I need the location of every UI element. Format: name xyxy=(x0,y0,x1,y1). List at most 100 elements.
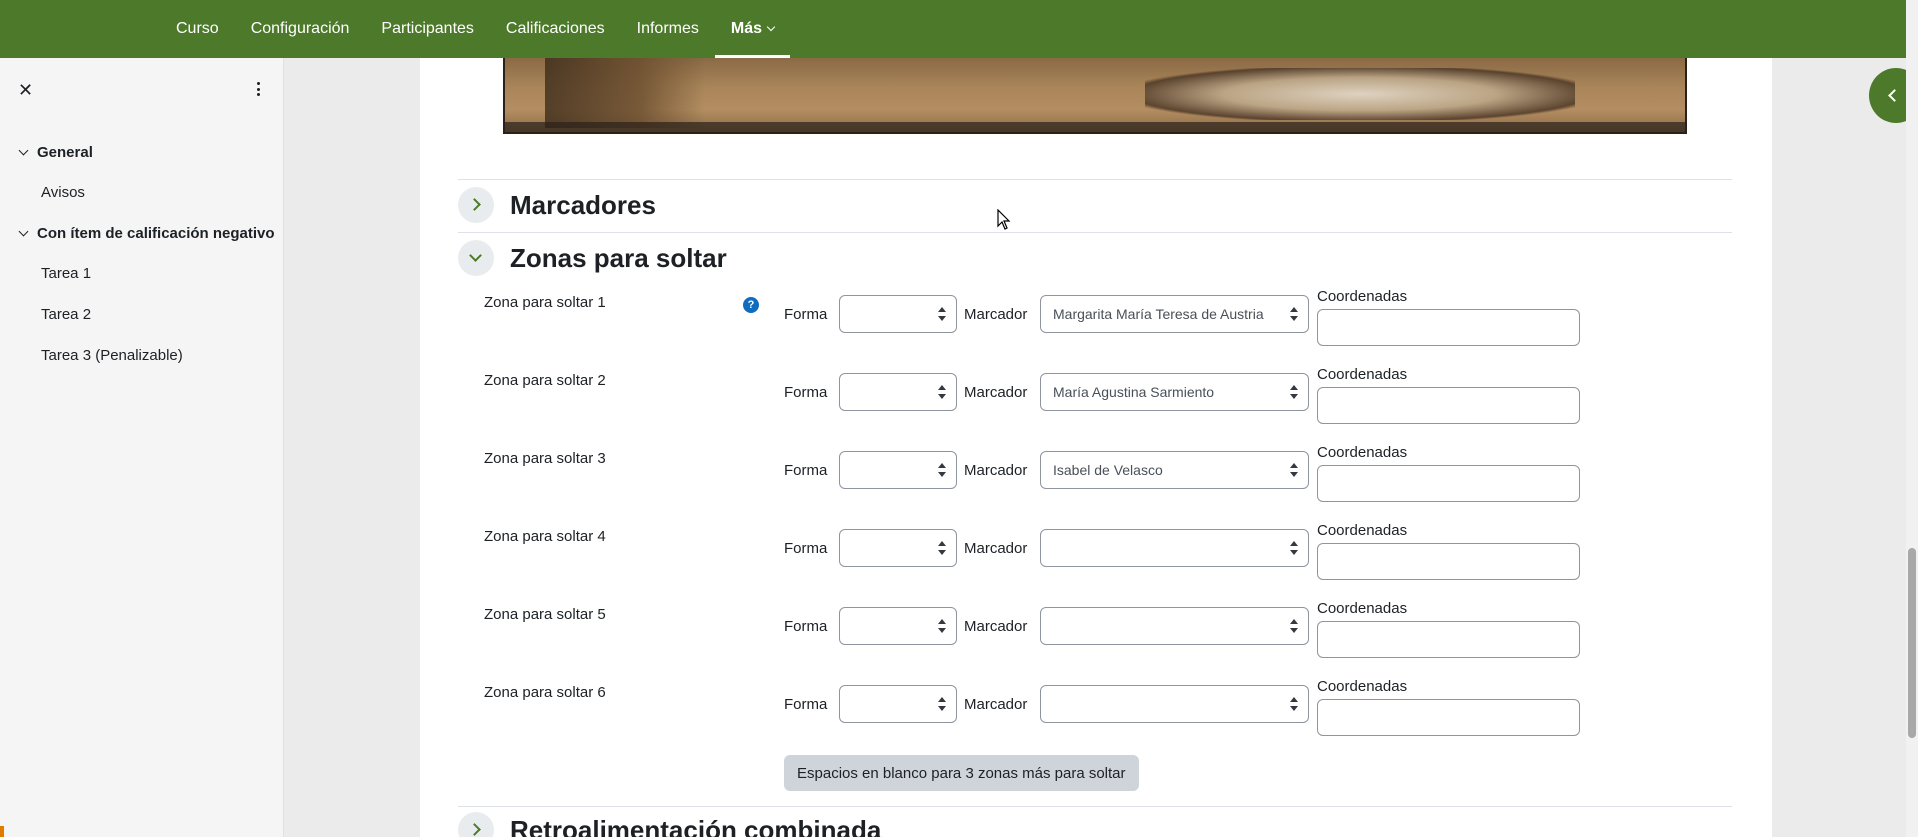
course-section-label: General xyxy=(37,143,93,161)
course-item-label: Avisos xyxy=(41,184,85,201)
shape-select[interactable] xyxy=(839,373,957,411)
course-section-label: Con ítem de calificación negativo xyxy=(37,224,275,242)
chevron-left-icon xyxy=(1888,89,1901,102)
scrollbar-thumb[interactable] xyxy=(1908,548,1916,738)
nav-informes-label: Informes xyxy=(636,20,699,37)
coords-label: Coordenadas xyxy=(1317,522,1408,539)
coords-label: Coordenadas xyxy=(1317,288,1408,305)
dropzone-label: Zona para soltar 6 xyxy=(484,684,606,701)
marker-select[interactable]: Margarita María Teresa de Austria xyxy=(1040,295,1309,333)
coords-input[interactable] xyxy=(1317,543,1580,580)
shape-select[interactable] xyxy=(839,451,957,489)
shape-select[interactable] xyxy=(839,295,957,333)
dropzone-row: Zona para soltar 4 Forma Marcador Coorde… xyxy=(0,522,1918,606)
dropzone-row: Zona para soltar 2 Forma Marcador María … xyxy=(0,366,1918,450)
marker-label: Marcador xyxy=(964,618,1028,635)
coords-label: Coordenadas xyxy=(1317,678,1408,695)
top-navbar: Curso Configuración Participantes Califi… xyxy=(0,0,1906,58)
course-item-label: Tarea 1 xyxy=(41,265,92,282)
marker-label: Marcador xyxy=(964,384,1028,401)
nav-configuracion-label: Configuración xyxy=(250,20,350,37)
course-item-avisos[interactable]: Avisos xyxy=(0,172,284,213)
select-arrows-icon xyxy=(938,619,946,633)
dropzone-row: Zona para soltar 6 Forma Marcador Coorde… xyxy=(0,678,1918,762)
course-section-negative-grade[interactable]: Con ítem de calificación negativo xyxy=(0,213,284,253)
select-arrows-icon xyxy=(1290,463,1298,477)
shape-label: Forma xyxy=(784,540,828,557)
select-arrows-icon xyxy=(1290,307,1298,321)
coords-input[interactable] xyxy=(1317,387,1580,424)
chevron-down-icon[interactable] xyxy=(18,145,29,155)
close-icon[interactable]: ✕ xyxy=(18,80,33,101)
chevron-right-icon[interactable] xyxy=(458,187,494,223)
nav-calificaciones[interactable]: Calificaciones xyxy=(490,0,621,58)
help-icon[interactable]: ? xyxy=(743,297,759,313)
select-arrows-icon xyxy=(1290,541,1298,555)
marker-label: Marcador xyxy=(964,306,1028,323)
select-arrows-icon xyxy=(1290,619,1298,633)
select-arrows-icon xyxy=(938,697,946,711)
chevron-down-icon[interactable] xyxy=(458,240,494,276)
course-section-general[interactable]: General xyxy=(0,132,284,172)
marker-select[interactable] xyxy=(1040,607,1309,645)
dropzone-label: Zona para soltar 3 xyxy=(484,450,606,467)
dropzone-label: Zona para soltar 1 xyxy=(484,294,606,311)
decorative-marker xyxy=(0,826,4,837)
coords-label: Coordenadas xyxy=(1317,366,1408,383)
divider xyxy=(458,232,1732,233)
coords-input[interactable] xyxy=(1317,621,1580,658)
coords-input[interactable] xyxy=(1317,465,1580,502)
coords-label: Coordenadas xyxy=(1317,600,1408,617)
chevron-right-icon[interactable] xyxy=(458,812,494,837)
shape-select[interactable] xyxy=(839,529,957,567)
marker-select-value: María Agustina Sarmiento xyxy=(1053,384,1215,400)
page-scrollbar[interactable] xyxy=(1906,0,1918,837)
coords-input[interactable] xyxy=(1317,309,1580,346)
select-arrows-icon xyxy=(1290,697,1298,711)
nav-curso-label: Curso xyxy=(176,20,219,37)
shape-label: Forma xyxy=(784,696,828,713)
nav-curso[interactable]: Curso xyxy=(160,0,235,58)
divider xyxy=(458,806,1732,807)
marker-select[interactable] xyxy=(1040,685,1309,723)
dropzones-section-header[interactable]: Zonas para soltar xyxy=(458,240,727,276)
add-blanks-button[interactable]: Espacios en blanco para 3 zonas más para… xyxy=(784,755,1139,791)
chevron-down-icon[interactable] xyxy=(18,226,29,236)
markers-section-header[interactable]: Marcadores xyxy=(458,187,656,223)
shape-select[interactable] xyxy=(839,607,957,645)
shape-label: Forma xyxy=(784,306,828,323)
coords-input[interactable] xyxy=(1317,699,1580,736)
dropzone-label: Zona para soltar 2 xyxy=(484,372,606,389)
marker-select[interactable]: María Agustina Sarmiento xyxy=(1040,373,1309,411)
background-image xyxy=(503,58,1687,134)
marker-label: Marcador xyxy=(964,462,1028,479)
marker-label: Marcador xyxy=(964,696,1028,713)
dropzones-section-title: Zonas para soltar xyxy=(510,242,727,273)
nav-more-label: Más xyxy=(730,20,763,37)
feedback-section-title: Retroalimentación combinada xyxy=(510,814,882,837)
course-item-tarea-1[interactable]: Tarea 1 xyxy=(0,253,284,294)
nav-participantes[interactable]: Participantes xyxy=(365,0,490,58)
coords-label: Coordenadas xyxy=(1317,444,1408,461)
shape-label: Forma xyxy=(784,384,828,401)
nav-configuracion[interactable]: Configuración xyxy=(235,0,366,58)
more-options-icon[interactable] xyxy=(251,80,265,98)
markers-section-title: Marcadores xyxy=(510,189,656,220)
shape-select[interactable] xyxy=(839,685,957,723)
marker-select-value: Margarita María Teresa de Austria xyxy=(1053,306,1264,322)
dropzone-row: Zona para soltar 5 Forma Marcador Coorde… xyxy=(0,600,1918,684)
marker-select[interactable]: Isabel de Velasco xyxy=(1040,451,1309,489)
chevron-down-icon xyxy=(766,22,776,32)
feedback-section-header[interactable]: Retroalimentación combinada xyxy=(458,812,881,837)
select-arrows-icon xyxy=(938,385,946,399)
divider xyxy=(458,179,1732,180)
select-arrows-icon xyxy=(938,541,946,555)
marker-select[interactable] xyxy=(1040,529,1309,567)
dropzone-row: Zona para soltar 3 Forma Marcador Isabel… xyxy=(0,444,1918,528)
shape-label: Forma xyxy=(784,618,828,635)
nav-calificaciones-label: Calificaciones xyxy=(505,20,605,37)
select-arrows-icon xyxy=(1290,385,1298,399)
nav-more[interactable]: Más xyxy=(714,0,791,58)
nav-informes[interactable]: Informes xyxy=(621,0,715,58)
dropzone-row: Zona para soltar 1 ? Forma Marcador Marg… xyxy=(0,288,1918,372)
